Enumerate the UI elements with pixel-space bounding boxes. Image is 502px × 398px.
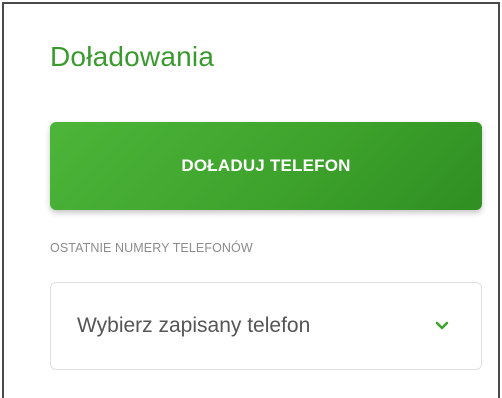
topups-panel: Doładowania DOŁADUJ TELEFON OSTATNIE NUM… (2, 2, 500, 398)
recent-numbers-label: OSTATNIE NUMERY TELEFONÓW (50, 241, 253, 255)
saved-phone-select[interactable]: Wybierz zapisany telefon (50, 282, 482, 370)
topup-phone-button[interactable]: DOŁADUJ TELEFON (50, 122, 482, 210)
chevron-down-icon (433, 317, 451, 335)
panel-title: Doładowania (50, 41, 215, 72)
saved-phone-select-value: Wybierz zapisany telefon (77, 314, 311, 337)
